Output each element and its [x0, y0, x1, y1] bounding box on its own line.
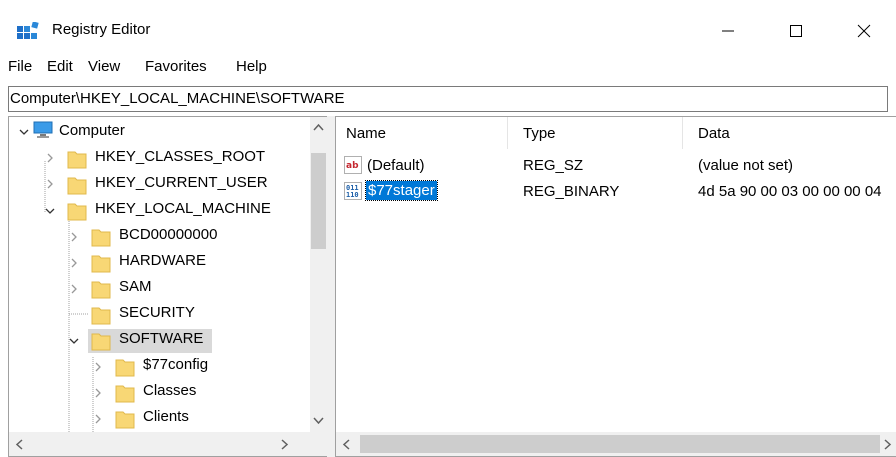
address-bar[interactable]: Computer\HKEY_LOCAL_MACHINE\SOFTWARE [8, 86, 888, 112]
column-header-type[interactable]: Type [523, 125, 556, 142]
menu-help[interactable]: Help [236, 58, 267, 75]
tree-vertical-scroll-thumb[interactable] [311, 153, 326, 249]
scroll-right-icon[interactable] [281, 439, 289, 450]
tree-item-bcd[interactable]: BCD00000000 [119, 226, 217, 243]
pane-splitter[interactable] [327, 116, 335, 457]
tree-vertical-scrollbar[interactable] [310, 117, 327, 432]
tree-item-sam[interactable]: SAM [119, 278, 152, 295]
tree-item-hkey-local-machine[interactable]: HKEY_LOCAL_MACHINE [95, 200, 271, 217]
tree-item-classes[interactable]: Classes [143, 382, 196, 399]
folder-icon [91, 229, 111, 247]
tree-horizontal-scrollbar[interactable] [9, 432, 327, 456]
registry-editor-icon [17, 22, 39, 39]
menu-bar: File Edit View Favorites Help [0, 56, 896, 80]
tree-item-hardware[interactable]: HARDWARE [119, 252, 206, 269]
maximize-icon [790, 25, 802, 37]
scroll-left-icon[interactable] [15, 439, 23, 450]
column-header-name[interactable]: Name [346, 125, 386, 142]
minimize-icon [722, 30, 734, 32]
chevron-right-icon[interactable] [68, 283, 80, 295]
folder-icon [115, 385, 135, 403]
column-divider[interactable] [507, 117, 508, 149]
folder-icon [67, 151, 87, 169]
address-path[interactable]: Computer\HKEY_LOCAL_MACHINE\SOFTWARE [10, 90, 345, 107]
table-row[interactable]: 011 110 $77stager REG_BINARY 4d 5a 90 00… [336, 179, 896, 203]
chevron-right-icon[interactable] [92, 413, 104, 425]
values-horizontal-scrollbar[interactable] [336, 432, 896, 456]
folder-icon [91, 281, 111, 299]
tree-item-hkey-current-user[interactable]: HKEY_CURRENT_USER [95, 174, 268, 191]
tree-item-hkey-classes-root[interactable]: HKEY_CLASSES_ROOT [95, 148, 265, 165]
menu-view[interactable]: View [88, 58, 120, 75]
chevron-down-icon[interactable] [68, 335, 80, 347]
chevron-right-icon[interactable] [92, 361, 104, 373]
maximize-button[interactable] [773, 8, 819, 54]
tree-item-software[interactable]: SOFTWARE [119, 330, 203, 347]
folder-icon [67, 203, 87, 221]
close-button[interactable] [841, 8, 887, 54]
menu-favorites[interactable]: Favorites [145, 58, 207, 75]
folder-icon [91, 255, 111, 273]
scroll-left-icon[interactable] [342, 439, 350, 450]
folder-icon [67, 177, 87, 195]
tree-item-security[interactable]: SECURITY [119, 304, 195, 321]
menu-file[interactable]: File [8, 58, 32, 75]
value-type: REG_BINARY [523, 183, 620, 200]
close-icon [857, 24, 871, 38]
string-value-icon: ab [344, 156, 362, 174]
chevron-right-icon[interactable] [44, 152, 56, 164]
chevron-right-icon[interactable] [68, 231, 80, 243]
values-list-pane[interactable]: Name Type Data ab (Default) REG_SZ (valu… [335, 116, 896, 457]
svg-text:ab: ab [346, 161, 359, 171]
chevron-down-icon[interactable] [18, 126, 30, 138]
folder-icon [115, 411, 135, 429]
tree-item-77config[interactable]: $77config [143, 356, 208, 373]
menu-edit[interactable]: Edit [47, 58, 73, 75]
folder-icon [91, 333, 111, 351]
key-tree-pane[interactable]: Computer HKEY_CLASSES_ROOT HKEY_CURRENT_… [8, 116, 327, 457]
scroll-right-icon[interactable] [884, 439, 892, 450]
window-title: Registry Editor [52, 21, 151, 38]
column-header-data[interactable]: Data [698, 125, 730, 142]
value-data: (value not set) [698, 157, 794, 174]
scroll-up-icon[interactable] [313, 123, 324, 131]
chevron-down-icon[interactable] [44, 205, 56, 217]
value-name: (Default) [367, 157, 425, 174]
minimize-button[interactable] [705, 8, 751, 54]
chevron-right-icon[interactable] [68, 257, 80, 269]
values-horizontal-scroll-thumb[interactable] [360, 435, 880, 453]
svg-text:110: 110 [346, 191, 359, 199]
value-type: REG_SZ [523, 157, 584, 174]
scroll-down-icon[interactable] [313, 417, 324, 425]
folder-icon [91, 307, 111, 325]
folder-icon [115, 359, 135, 377]
title-bar[interactable]: Registry Editor [0, 0, 896, 56]
value-data: 4d 5a 90 00 03 00 00 00 04 [698, 183, 882, 200]
column-divider[interactable] [682, 117, 683, 149]
chevron-right-icon[interactable] [44, 178, 56, 190]
computer-icon [33, 121, 53, 138]
value-name-selected: $77stager [365, 180, 438, 201]
table-row[interactable]: ab (Default) REG_SZ (value not set) [336, 153, 896, 177]
binary-value-icon: 011 110 [344, 182, 362, 200]
tree-item-computer[interactable]: Computer [59, 122, 125, 139]
chevron-right-icon[interactable] [92, 387, 104, 399]
tree-item-clients[interactable]: Clients [143, 408, 189, 425]
